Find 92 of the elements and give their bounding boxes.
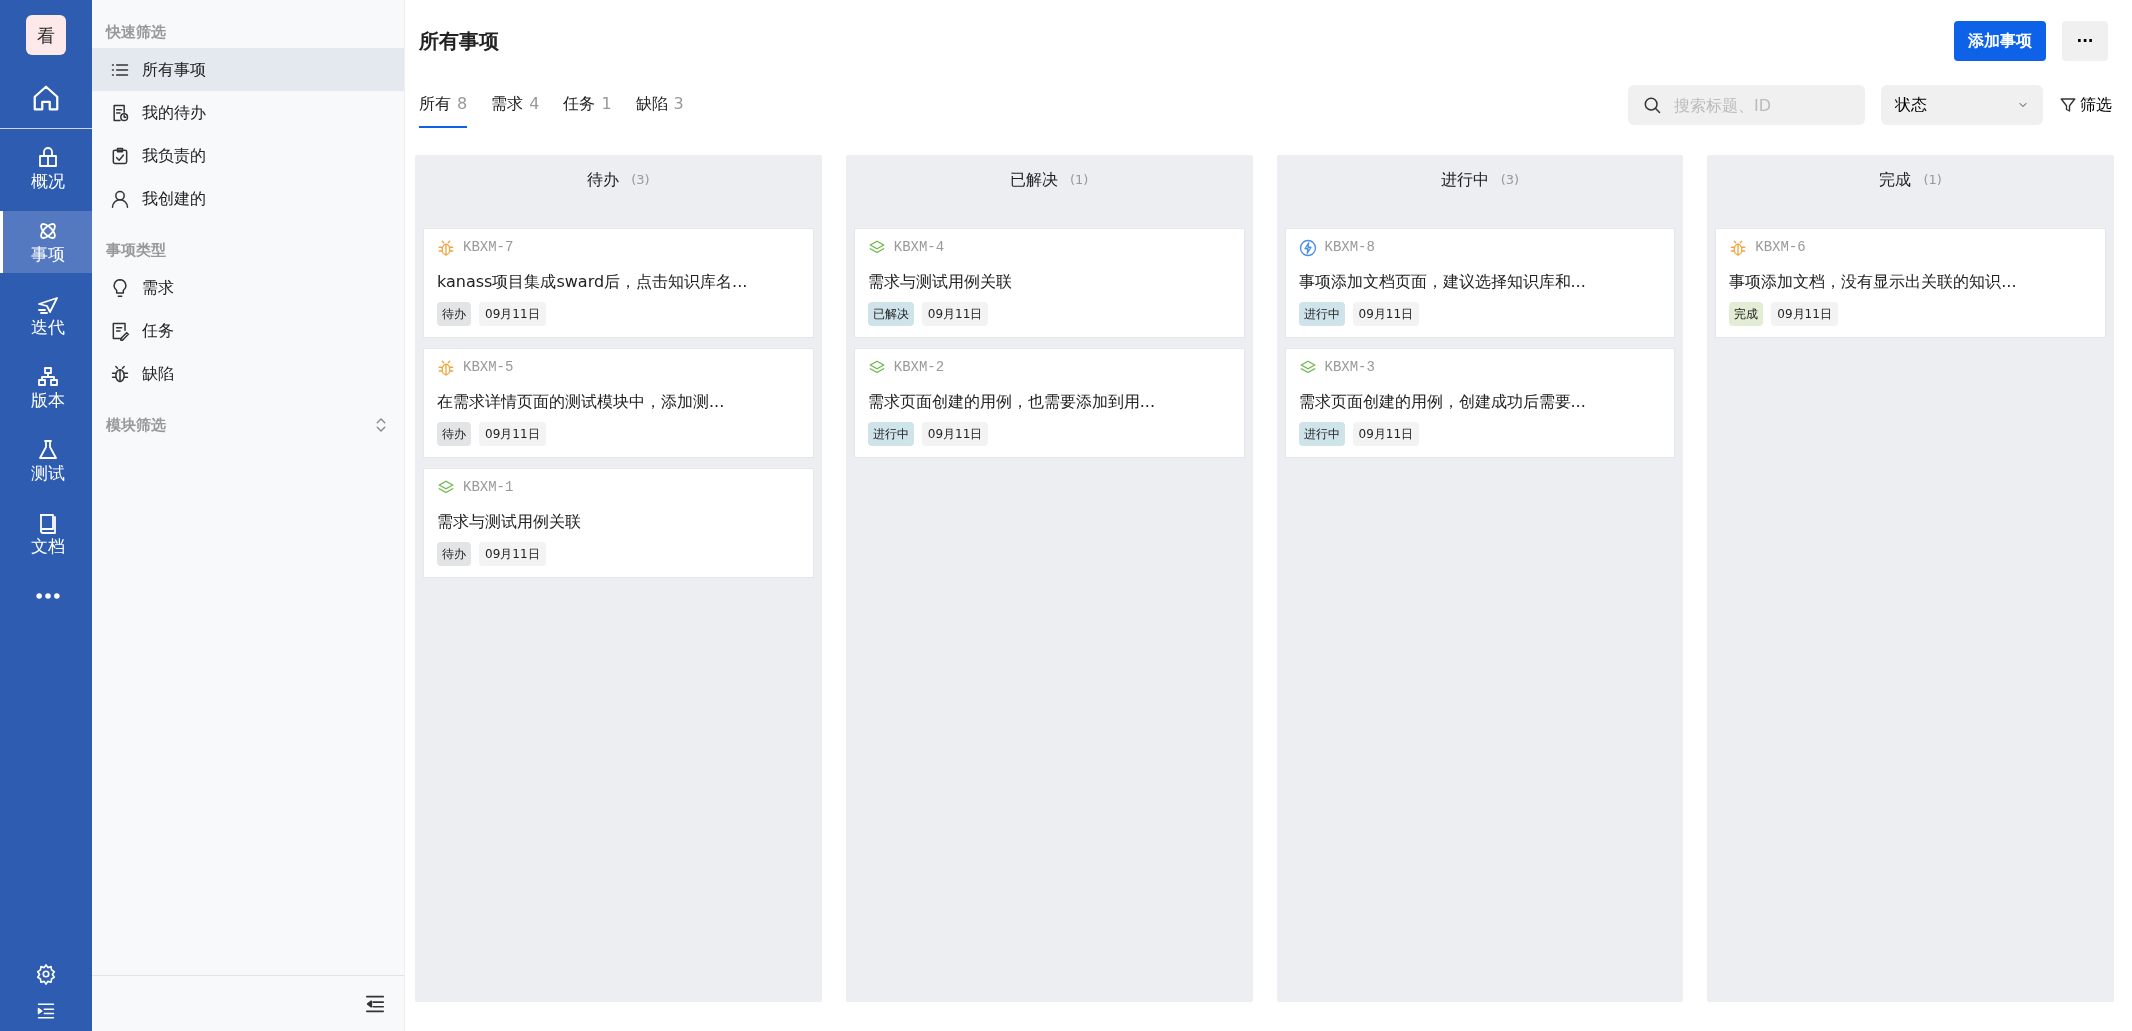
column-count: (3) xyxy=(631,170,650,189)
issue-title: 在需求详情页面的测试模块中，添加测... xyxy=(437,391,726,413)
filter-icon xyxy=(2059,96,2077,114)
tab[interactable]: 所有 8 xyxy=(419,92,468,128)
sidebar-item[interactable]: 我创建的 xyxy=(92,177,404,220)
column-title: 待办 xyxy=(587,168,620,191)
note-pen-icon xyxy=(110,320,130,341)
section-heading: 事项类型 xyxy=(106,239,166,261)
logo[interactable]: 看 xyxy=(26,15,66,55)
date-tag: 09月11日 xyxy=(1771,302,1838,326)
issue-card[interactable]: KBXM-7 kanass项目集成sward后，点击知识库名... 待办 09月11日 xyxy=(423,228,814,338)
sidebar-item[interactable]: 我的待办 xyxy=(92,91,404,134)
issue-id: KBXM-8 xyxy=(1324,238,1375,257)
issue-id: KBXM-2 xyxy=(893,358,945,377)
issue-title: 事项添加文档页面，建议选择知识库和... xyxy=(1298,271,1587,293)
user-icon xyxy=(110,188,130,209)
issue-title: 需求页面创建的用例，也需要添加到用... xyxy=(867,391,1156,413)
issue-card[interactable]: KBXM-1 需求与测试用例关联 待办 09月11日 xyxy=(423,468,814,578)
column-title: 进行中 xyxy=(1440,168,1489,191)
nav-item[interactable]: 测试 xyxy=(0,430,92,492)
issue-card[interactable]: KBXM-3 需求页面创建的用例，创建成功后需要... 进行中 09月11日 xyxy=(1284,348,1676,458)
nav-item[interactable]: 文档 xyxy=(0,503,92,565)
issue-id: KBXM-4 xyxy=(893,238,945,257)
issue-id: KBXM-7 xyxy=(463,238,514,257)
expand-button[interactable] xyxy=(36,1001,56,1021)
issue-id: KBXM-5 xyxy=(463,358,514,377)
status-tag: 进行中 xyxy=(1298,302,1345,326)
column-count: (3) xyxy=(1500,170,1520,189)
hierarchy-icon xyxy=(35,364,60,389)
issue-title: 需求页面创建的用例，创建成功后需要... xyxy=(1298,391,1587,413)
issue-id: KBXM-6 xyxy=(1755,238,1806,257)
status-tag: 进行中 xyxy=(867,422,914,446)
lightbulb-icon xyxy=(110,277,130,298)
sidebar-item[interactable]: 任务 xyxy=(92,309,404,352)
issue-card[interactable]: KBXM-5 在需求详情页面的测试模块中，添加测... 待办 09月11日 xyxy=(423,348,814,458)
status-tag: 待办 xyxy=(437,422,471,446)
nav-item[interactable]: 迭代 xyxy=(0,284,92,346)
date-tag: 09月11日 xyxy=(1352,422,1420,446)
sidebar-item[interactable]: 我负责的 xyxy=(92,134,404,177)
date-tag: 09月11日 xyxy=(479,302,546,326)
sidebar-item[interactable]: 所有事项 xyxy=(92,48,404,91)
nav-item[interactable]: 事项 xyxy=(0,211,92,273)
date-tag: 09月11日 xyxy=(1352,302,1420,326)
nav-item[interactable]: 版本 xyxy=(0,357,92,419)
column-count: (1) xyxy=(1923,170,1942,189)
filter-button[interactable]: 筛选 xyxy=(2059,93,2112,117)
issue-id: KBXM-3 xyxy=(1324,358,1375,377)
date-tag: 09月11日 xyxy=(479,542,546,566)
issue-title: 需求与测试用例关联 xyxy=(867,271,1013,293)
tab[interactable]: 任务 1 xyxy=(563,92,612,128)
bug-icon xyxy=(437,238,455,257)
settings-icon xyxy=(35,963,57,985)
section-heading: 模块筛选 xyxy=(106,414,166,436)
issue-id: KBXM-1 xyxy=(463,478,514,497)
date-tag: 09月11日 xyxy=(921,422,989,446)
indent-icon xyxy=(36,1001,56,1021)
issue-title: 需求与测试用例关联 xyxy=(437,511,582,533)
section-heading: 快速筛选 xyxy=(106,21,166,43)
tab[interactable]: 缺陷 3 xyxy=(635,92,684,128)
column-count: (1) xyxy=(1069,170,1089,189)
lightning-icon xyxy=(1298,238,1317,257)
sidebar-item[interactable]: 需求 xyxy=(92,266,404,309)
date-tag: 09月11日 xyxy=(479,422,546,446)
status-tag: 待办 xyxy=(437,302,471,326)
date-tag: 09月11日 xyxy=(921,302,989,326)
status-tag: 完成 xyxy=(1729,302,1764,326)
column-title: 已解决 xyxy=(1009,168,1058,191)
column-title: 完成 xyxy=(1879,168,1912,191)
bug-icon xyxy=(110,363,130,384)
tab[interactable]: 需求 4 xyxy=(491,92,540,128)
bug-icon xyxy=(1729,238,1748,257)
bug-icon xyxy=(437,358,455,377)
nav-item[interactable]: 概况 xyxy=(0,138,92,200)
status-tag: 待办 xyxy=(437,542,471,566)
more-button[interactable]: ··· xyxy=(2062,21,2108,61)
issue-card[interactable]: KBXM-2 需求页面创建的用例，也需要添加到用... 进行中 09月11日 xyxy=(853,348,1245,458)
page-title: 所有事项 xyxy=(419,28,499,55)
search-icon xyxy=(1642,95,1662,115)
clipboard-clock-icon xyxy=(110,102,130,123)
issue-title: 事项添加文档，没有显示出关联的知识... xyxy=(1729,271,2018,293)
clipboard-check-icon xyxy=(110,145,130,166)
status-tag: 已解决 xyxy=(867,302,914,326)
more-icon xyxy=(35,593,60,599)
add-button[interactable]: 添加事项 xyxy=(1954,21,2046,61)
issue-card[interactable]: KBXM-8 事项添加文档页面，建议选择知识库和... 进行中 09月11日 xyxy=(1284,228,1676,338)
issue-card[interactable]: KBXM-6 事项添加文档，没有显示出关联的知识... 完成 09月11日 xyxy=(1715,228,2106,338)
issue-card[interactable]: KBXM-4 需求与测试用例关联 已解决 09月11日 xyxy=(853,228,1245,338)
status-dropdown[interactable]: 状态 xyxy=(1881,85,2043,125)
sidebar-item[interactable]: 缺陷 xyxy=(92,352,404,395)
settings-button[interactable] xyxy=(35,963,57,985)
status-tag: 进行中 xyxy=(1298,422,1345,446)
issue-title: kanass项目集成sward后，点击知识库名... xyxy=(437,271,749,293)
